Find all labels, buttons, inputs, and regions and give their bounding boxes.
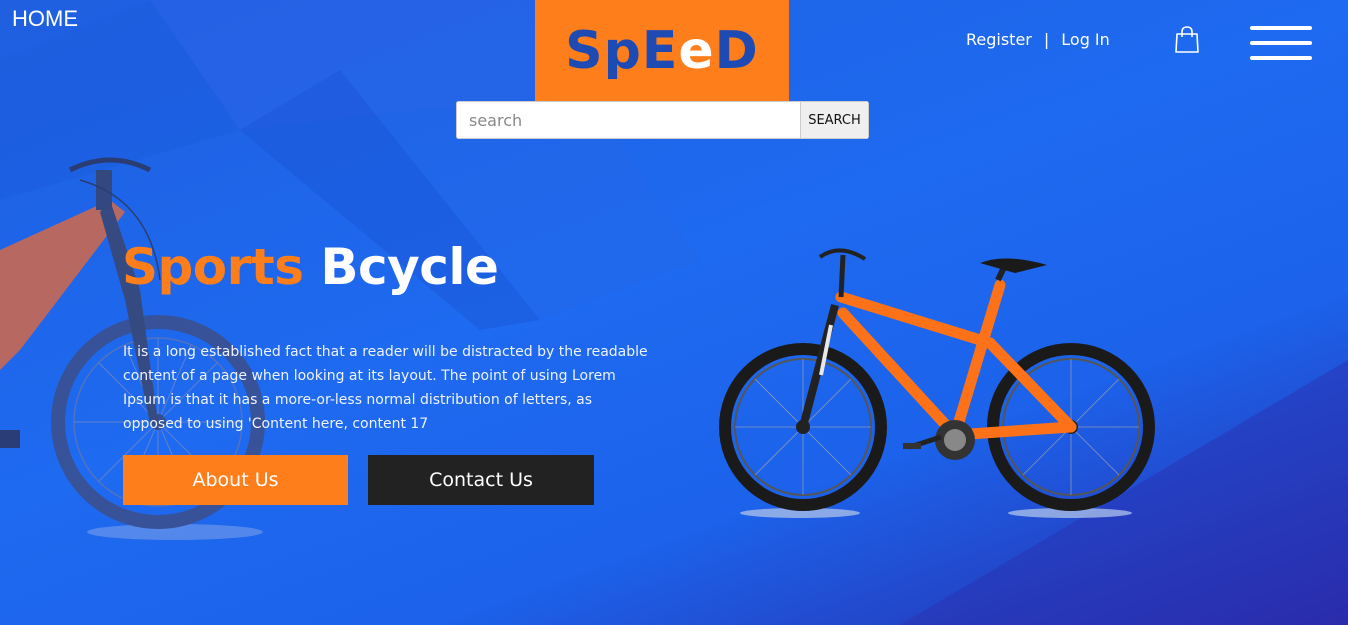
search-button[interactable]: SEARCH (800, 101, 869, 139)
search-input[interactable] (456, 101, 800, 139)
hero-title-accent: Sports (122, 238, 304, 296)
auth-links: Register | Log In (966, 30, 1110, 49)
hero-title: Sports Bcycle (122, 238, 499, 296)
logo-text: SpEeD (565, 20, 759, 81)
hero-bicycle-image (719, 248, 1155, 518)
contact-us-button[interactable]: Contact Us (368, 455, 594, 505)
logo[interactable]: SpEeD (535, 0, 789, 101)
login-link[interactable]: Log In (1061, 30, 1110, 49)
search-bar: SEARCH (456, 101, 869, 139)
home-link[interactable]: HOME (12, 6, 78, 32)
auth-separator: | (1043, 30, 1050, 49)
register-link[interactable]: Register (966, 30, 1032, 49)
hero-paragraph: It is a long established fact that a rea… (123, 344, 648, 432)
about-us-button[interactable]: About Us (123, 455, 348, 505)
hero-title-main: Bcycle (320, 238, 499, 296)
shopping-bag-icon[interactable] (1174, 26, 1200, 58)
hamburger-menu-icon[interactable] (1250, 26, 1312, 62)
